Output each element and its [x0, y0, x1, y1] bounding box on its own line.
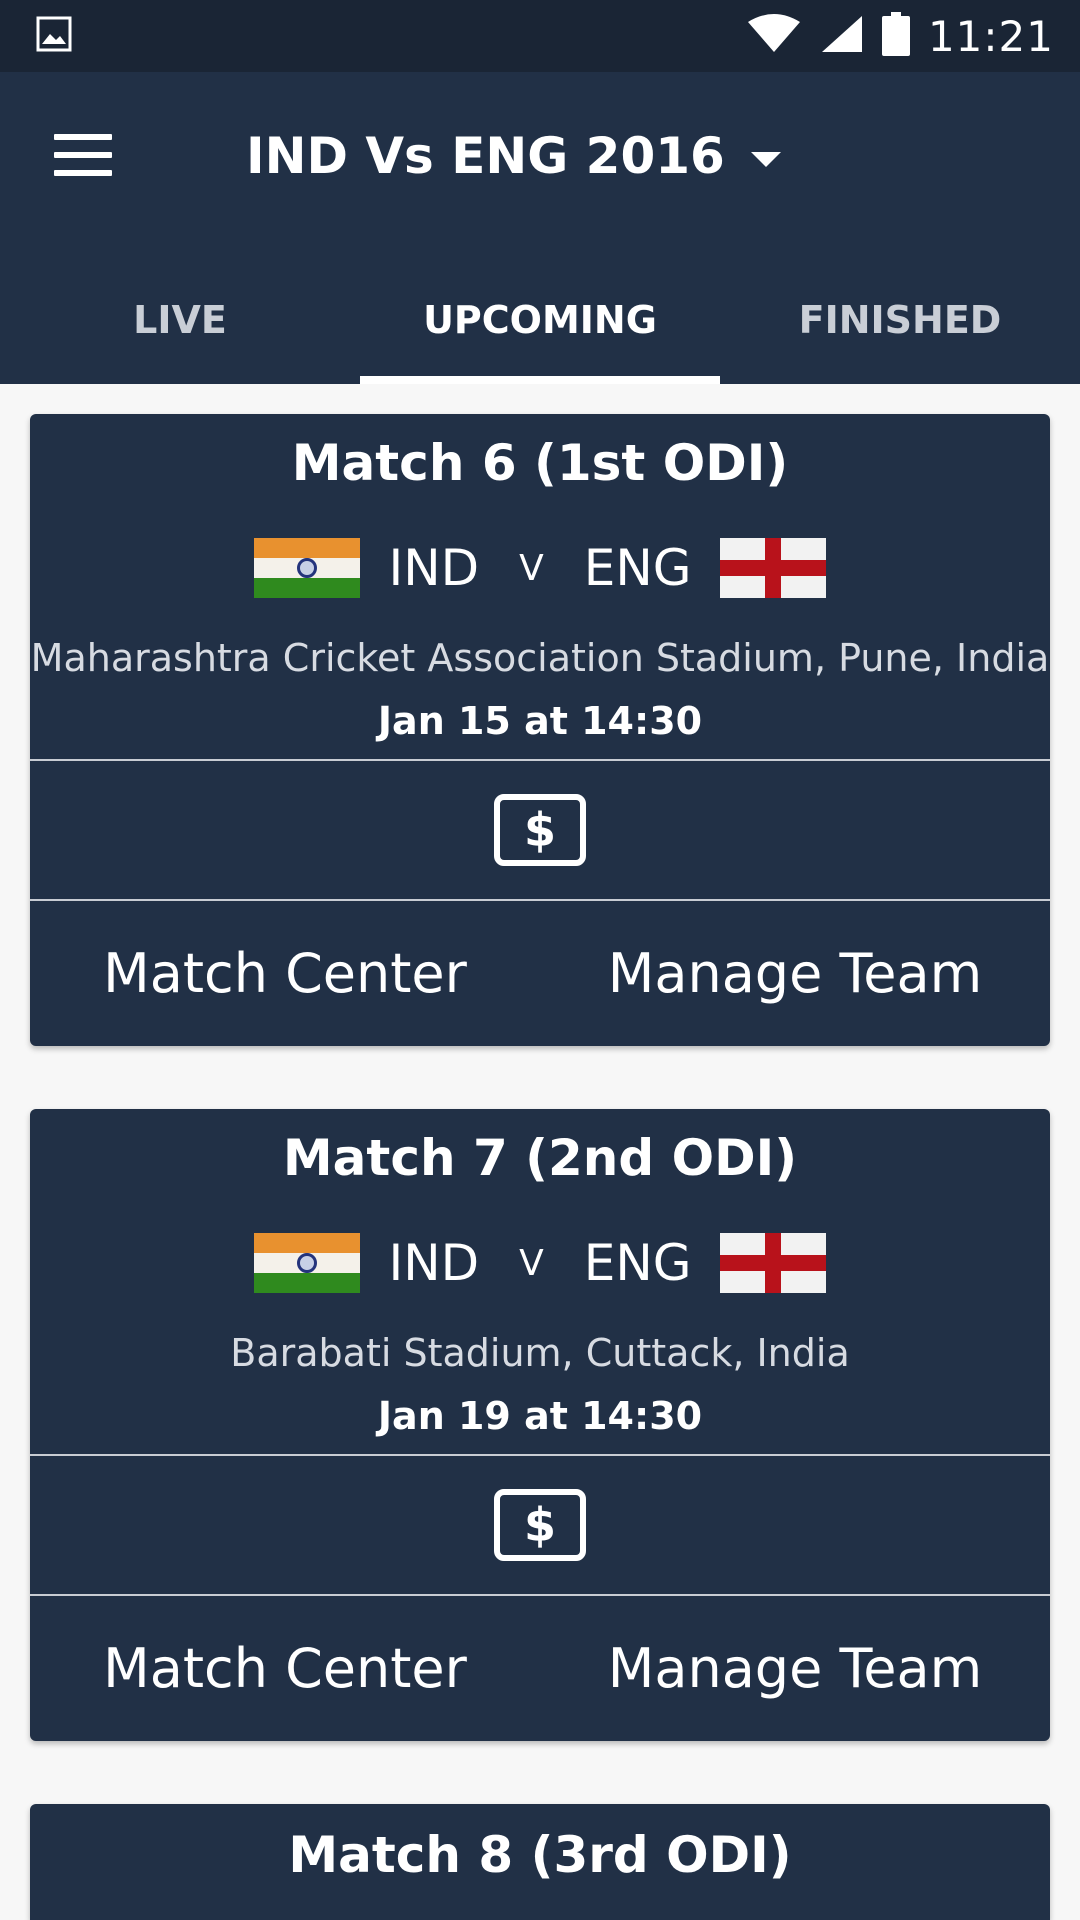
match-card: Match 6 (1st ODI) IND V ENG Maharashtra …	[30, 414, 1050, 1046]
caret-down-icon	[750, 151, 781, 167]
team1-name: IND	[388, 539, 480, 597]
tab-finished[interactable]: FINISHED	[720, 272, 1080, 384]
match-card: Match 8 (3rd ODI)	[30, 1804, 1050, 1920]
match-datetime: Jan 15 at 14:30	[377, 699, 703, 743]
teams-row: IND V ENG	[30, 536, 1050, 600]
england-flag-icon	[719, 1233, 826, 1293]
match-title: Match 6 (1st ODI)	[291, 434, 789, 492]
dollar-icon[interactable]: $	[494, 1489, 586, 1561]
status-time: 11:21	[927, 11, 1054, 61]
tab-upcoming[interactable]: UPCOMING	[360, 272, 720, 384]
tab-live[interactable]: LIVE	[0, 272, 360, 384]
battery-icon	[881, 11, 910, 61]
match-card: Match 7 (2nd ODI) IND V ENG Barabati Sta…	[30, 1109, 1050, 1741]
contest-row: $	[30, 761, 1050, 899]
image-icon	[36, 16, 72, 57]
india-flag-icon	[254, 538, 361, 598]
match-center-button[interactable]: Match Center	[30, 1637, 540, 1700]
england-flag-icon	[719, 538, 826, 598]
card-actions: Match Center Manage Team	[30, 1596, 1050, 1741]
match-datetime: Jan 19 at 14:30	[377, 1394, 703, 1438]
hamburger-menu-icon[interactable]	[54, 134, 112, 176]
versus-label: V	[519, 547, 544, 589]
india-flag-icon	[254, 1233, 361, 1293]
match-center-button[interactable]: Match Center	[30, 942, 540, 1005]
manage-team-button[interactable]: Manage Team	[540, 942, 1050, 1005]
match-venue: Maharashtra Cricket Association Stadium,…	[30, 636, 1050, 680]
team2-name: ENG	[583, 539, 692, 597]
match-title: Match 7 (2nd ODI)	[282, 1129, 798, 1187]
tab-bar: LIVE UPCOMING FINISHED	[0, 272, 1080, 384]
signal-icon	[820, 14, 864, 59]
wifi-icon	[746, 13, 802, 59]
teams-row: IND V ENG	[30, 1231, 1050, 1295]
match-title: Match 8 (3rd ODI)	[288, 1826, 792, 1884]
series-selector[interactable]: IND Vs ENG 2016	[246, 124, 781, 188]
dollar-icon[interactable]: $	[494, 794, 586, 866]
team1-name: IND	[388, 1234, 480, 1292]
card-actions: Match Center Manage Team	[30, 901, 1050, 1046]
app-bar: IND Vs ENG 2016 LIVE UPCOMING FINISHED	[0, 72, 1080, 384]
versus-label: V	[519, 1242, 544, 1284]
manage-team-button[interactable]: Manage Team	[540, 1637, 1050, 1700]
match-venue: Barabati Stadium, Cuttack, India	[230, 1331, 850, 1375]
contest-row: $	[30, 1456, 1050, 1594]
match-info: Match 6 (1st ODI) IND V ENG Maharashtra …	[30, 414, 1050, 759]
app-title: IND Vs ENG 2016	[246, 127, 725, 185]
team2-name: ENG	[583, 1234, 692, 1292]
match-info: Match 7 (2nd ODI) IND V ENG Barabati Sta…	[30, 1109, 1050, 1454]
status-bar: 11:21	[0, 0, 1080, 72]
